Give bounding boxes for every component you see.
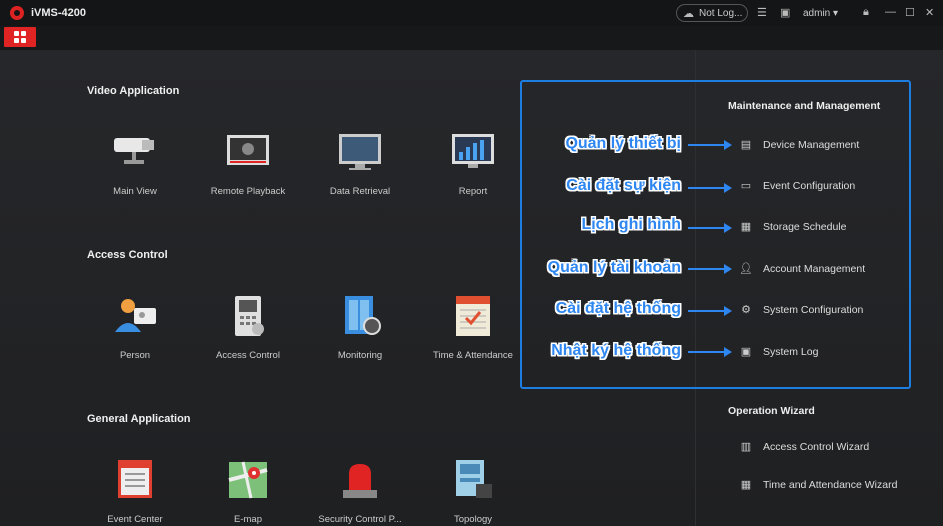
menu-item-attendance-wizard[interactable]: ▦ Time and Attendance Wizard <box>739 477 929 495</box>
tile-report[interactable]: Report <box>418 132 528 197</box>
app-title: iVMS-4200 <box>31 7 87 19</box>
tile-label: Monitoring <box>337 350 383 361</box>
tile-label: Topology <box>453 514 493 525</box>
arrow-icon <box>688 306 732 316</box>
tile-label: Report <box>458 186 488 197</box>
tile-label: Access Control <box>216 350 280 361</box>
chevron-down-icon: ▾ <box>833 8 839 19</box>
image-icon[interactable]: ▣ <box>780 6 790 19</box>
tile-main-view[interactable]: Main View <box>80 132 190 197</box>
tile-monitoring[interactable]: Monitoring <box>305 296 415 361</box>
lock-icon[interactable]: 🔒︎ <box>863 6 869 19</box>
maximize-icon[interactable]: ☐ <box>905 6 915 19</box>
annotation-event-configuration: Cài đặt sự kiện <box>566 177 681 194</box>
tile-label: Security Control P... <box>318 514 402 525</box>
tile-label: Time & Attendance <box>433 350 513 361</box>
menu-bar <box>0 26 943 50</box>
cloud-login-button[interactable]: ☁ Not Log... <box>676 4 748 22</box>
calendar-icon <box>450 296 496 336</box>
grid-menu-button[interactable] <box>4 27 36 47</box>
annotation-system-log: Nhật ký hệ thống <box>551 342 681 359</box>
user-name: admin <box>803 8 831 19</box>
monitoring-door-icon <box>337 296 383 336</box>
tile-security-control[interactable]: Security Control P... <box>305 460 415 525</box>
playback-icon <box>225 132 271 172</box>
close-icon[interactable]: ✕ <box>925 6 934 19</box>
topology-icon <box>450 460 496 500</box>
arrow-icon <box>688 140 732 150</box>
arrow-icon <box>688 223 732 233</box>
attendance-wizard-icon: ▦ <box>740 479 752 491</box>
arrow-icon <box>688 347 732 357</box>
tile-data-retrieval[interactable]: Data Retrieval <box>305 132 415 197</box>
tile-person[interactable]: Person <box>80 296 190 361</box>
alarm-light-icon <box>337 460 383 500</box>
access-wizard-icon: ▥ <box>740 441 752 453</box>
map-icon <box>225 460 271 500</box>
door-panel-icon <box>225 296 271 336</box>
section-title-video: Video Application <box>87 85 180 97</box>
arrow-icon <box>688 183 732 193</box>
report-chart-icon <box>450 132 496 172</box>
title-bar <box>0 0 943 26</box>
event-center-icon <box>112 460 158 500</box>
tile-access-control[interactable]: Access Control <box>193 296 303 361</box>
menu-item-label: Time and Attendance Wizard <box>763 479 898 491</box>
user-menu[interactable]: admin ▾ <box>803 8 838 19</box>
camera-icon <box>112 132 158 172</box>
tile-label: E-map <box>234 514 262 525</box>
annotation-storage-schedule: Lịch ghi hình <box>581 216 681 233</box>
arrow-icon <box>688 264 732 274</box>
cloud-login-label: Not Log... <box>699 8 743 19</box>
section-title-access: Access Control <box>87 249 168 261</box>
menu-item-label: Access Control Wizard <box>763 441 870 453</box>
minimize-icon[interactable]: — <box>885 6 896 18</box>
tile-time-attendance[interactable]: Time & Attendance <box>418 296 528 361</box>
tile-event-center[interactable]: Event Center <box>80 460 190 525</box>
menu-item-access-control-wizard[interactable]: ▥ Access Control Wizard <box>739 439 929 457</box>
wizard-title: Operation Wizard <box>728 405 815 417</box>
person-card-icon <box>112 296 158 336</box>
app-logo-icon <box>10 6 24 20</box>
grid-icon <box>14 31 19 36</box>
annotation-account-management: Quản lý tài khoản <box>547 259 681 276</box>
tile-label: Data Retrieval <box>329 186 391 197</box>
list-icon[interactable]: ☰ <box>757 6 767 19</box>
cloud-icon: ☁ <box>683 8 694 20</box>
tile-e-map[interactable]: E-map <box>193 460 303 525</box>
annotation-device-management: Quản lý thiết bị <box>565 135 681 152</box>
tile-label: Event Center <box>107 514 163 525</box>
tile-label: Person <box>119 350 151 361</box>
section-title-general: General Application <box>87 413 191 425</box>
tile-remote-playback[interactable]: Remote Playback <box>193 132 303 197</box>
annotation-system-configuration: Cài đặt hệ thống <box>555 300 681 317</box>
tile-label: Main View <box>113 186 157 197</box>
monitor-icon <box>337 132 383 172</box>
tile-topology[interactable]: Topology <box>418 460 528 525</box>
tile-label: Remote Playback <box>210 186 286 197</box>
